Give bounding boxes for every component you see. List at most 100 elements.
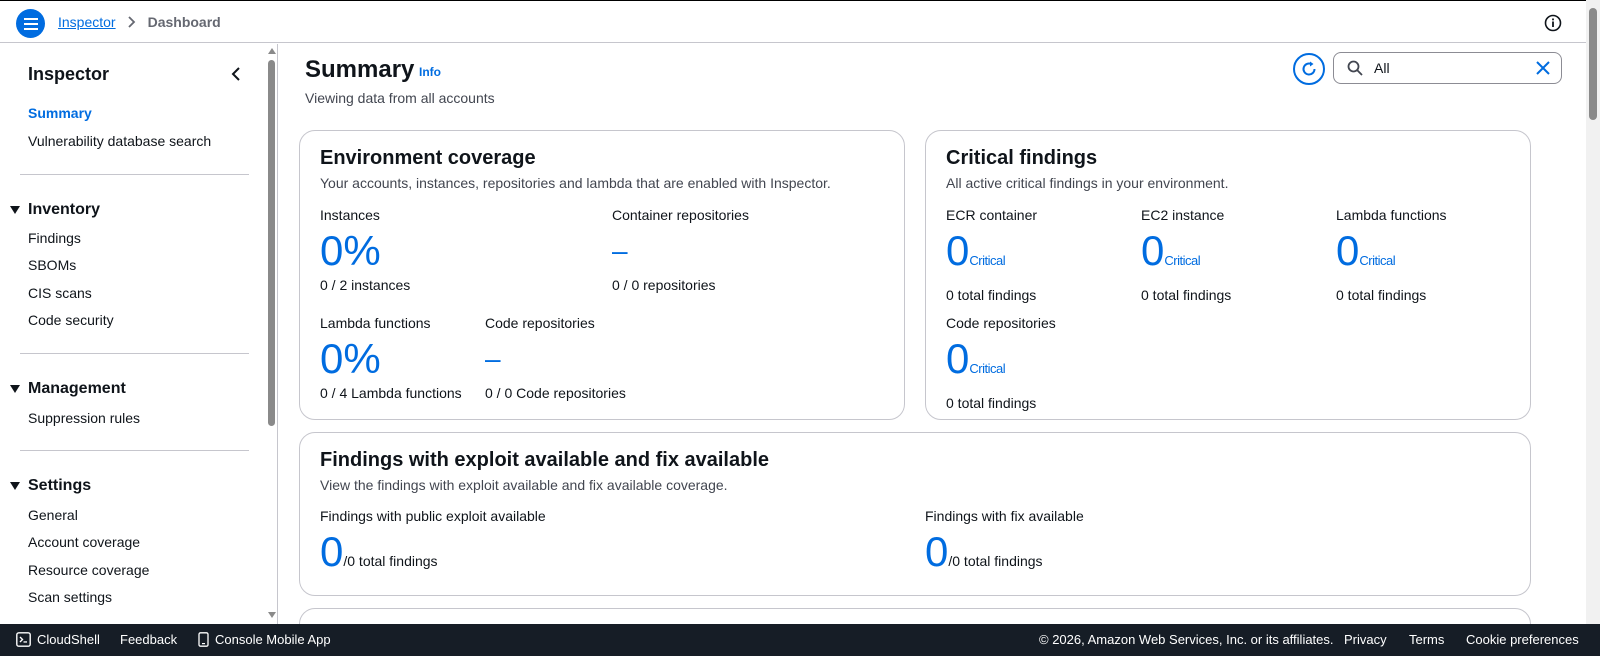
card-description: View the findings with exploit available… bbox=[320, 477, 728, 493]
divider bbox=[20, 174, 249, 175]
sidebar-scrollbar[interactable] bbox=[266, 44, 277, 624]
metric-footer: 0 total findings bbox=[1336, 287, 1427, 303]
sidebar-title: Inspector bbox=[28, 64, 110, 84]
side-navigation: Inspector Summary Vulnerability database… bbox=[0, 44, 278, 624]
caret-down-icon bbox=[10, 206, 20, 214]
refresh-button[interactable] bbox=[1293, 53, 1325, 85]
caret-down-icon bbox=[10, 385, 20, 393]
metric-value-link[interactable]: – bbox=[485, 335, 626, 383]
critical-sublabel: Critical bbox=[1164, 253, 1201, 268]
instances-metric: Instances 0% 0 / 2 instances bbox=[320, 207, 410, 293]
scroll-up-arrow-icon[interactable] bbox=[268, 48, 276, 54]
scroll-thumb[interactable] bbox=[268, 60, 275, 426]
console-mobile-app-link[interactable]: Console Mobile App bbox=[198, 632, 331, 647]
breadcrumb-inspector-link[interactable]: Inspector bbox=[58, 14, 116, 30]
sidebar-item-vulnerability-search[interactable]: Vulnerability database search bbox=[28, 133, 211, 149]
sidebar-item-code-security[interactable]: Code security bbox=[28, 312, 114, 328]
metric-value-link[interactable]: 0% bbox=[320, 335, 462, 383]
metric-value-link[interactable]: 0% bbox=[320, 227, 410, 275]
metric-label: Lambda functions bbox=[1336, 207, 1447, 223]
metric-footer: 0 / 0 repositories bbox=[612, 277, 716, 293]
sidebar-item-suppression-rules[interactable]: Suppression rules bbox=[28, 410, 140, 426]
terms-link[interactable]: Terms bbox=[1409, 632, 1444, 647]
chevron-right-icon bbox=[127, 16, 136, 28]
main-content: Summary Info Viewing data from all accou… bbox=[279, 44, 1586, 624]
info-circle-icon[interactable] bbox=[1544, 14, 1562, 32]
scroll-thumb[interactable] bbox=[1589, 8, 1597, 120]
metric-footer: 0 total findings bbox=[946, 287, 1037, 303]
metric-value-link[interactable]: 0Critical bbox=[946, 227, 1037, 285]
card-title: Findings with exploit available and fix … bbox=[320, 449, 770, 471]
scroll-down-arrow-icon[interactable] bbox=[268, 612, 276, 618]
sidebar-item-resource-coverage[interactable]: Resource coverage bbox=[28, 562, 149, 578]
chevron-left-icon[interactable] bbox=[228, 65, 246, 83]
ecr-container-metric: ECR container 0Critical 0 total findings bbox=[946, 207, 1037, 303]
sidebar-item-sboms[interactable]: SBOMs bbox=[28, 257, 76, 273]
breadcrumb-current: Dashboard bbox=[147, 14, 221, 30]
environment-coverage-card: Environment coverage Your accounts, inst… bbox=[299, 130, 905, 420]
page-scrollbar[interactable] bbox=[1586, 0, 1600, 624]
search-icon bbox=[1347, 60, 1363, 76]
lambda-functions-critical-metric: Lambda functions 0Critical 0 total findi… bbox=[1336, 207, 1447, 303]
ec2-instance-metric: EC2 instance 0Critical 0 total findings bbox=[1141, 207, 1231, 303]
page-subtitle: Viewing data from all accounts bbox=[305, 90, 495, 106]
divider bbox=[20, 353, 249, 354]
metric-value-link[interactable]: 0Critical bbox=[1336, 227, 1447, 285]
metric-footer: 0 / 0 Code repositories bbox=[485, 385, 626, 401]
console-footer: CloudShell Feedback Console Mobile App ©… bbox=[0, 624, 1600, 656]
card-description: All active critical findings in your env… bbox=[946, 175, 1229, 191]
copyright-text: © 2026, Amazon Web Services, Inc. or its… bbox=[1039, 632, 1334, 647]
metric-label: Code repositories bbox=[485, 315, 595, 331]
metric-value-link[interactable]: 0/0 total findings bbox=[925, 528, 1084, 585]
account-filter-search[interactable] bbox=[1333, 52, 1562, 84]
metric-label: Container repositories bbox=[612, 207, 749, 223]
privacy-link[interactable]: Privacy bbox=[1344, 632, 1387, 647]
feedback-link[interactable]: Feedback bbox=[120, 632, 177, 647]
next-card-partial bbox=[299, 608, 1531, 624]
metric-label: Instances bbox=[320, 207, 380, 223]
divider bbox=[20, 450, 249, 451]
metric-footer: 0 total findings bbox=[1141, 287, 1232, 303]
metric-footer: 0 / 4 Lambda functions bbox=[320, 385, 462, 401]
critical-findings-card: Critical findings All active critical fi… bbox=[925, 130, 1531, 420]
code-repositories-metric: Code repositories – 0 / 0 Code repositor… bbox=[485, 315, 626, 401]
sidebar-section-settings[interactable]: Settings bbox=[10, 477, 91, 495]
cloudshell-button[interactable]: CloudShell bbox=[16, 632, 100, 647]
cookie-preferences-link[interactable]: Cookie preferences bbox=[1466, 632, 1579, 647]
code-repositories-critical-metric: Code repositories 0Critical 0 total find… bbox=[946, 315, 1056, 411]
metric-footer: 0 total findings bbox=[946, 395, 1037, 411]
sidebar-section-management[interactable]: Management bbox=[10, 380, 126, 398]
metric-value-link[interactable]: 0Critical bbox=[946, 335, 1056, 393]
metric-label: ECR container bbox=[946, 207, 1038, 223]
metric-label: Lambda functions bbox=[320, 315, 431, 331]
sidebar-item-account-coverage[interactable]: Account coverage bbox=[28, 534, 140, 550]
metric-total: /0 total findings bbox=[948, 553, 1043, 569]
refresh-icon bbox=[1302, 61, 1316, 76]
close-icon[interactable] bbox=[1535, 60, 1551, 76]
container-repositories-metric: Container repositories – 0 / 0 repositor… bbox=[612, 207, 749, 293]
metric-label: Findings with public exploit available bbox=[320, 508, 546, 524]
sidebar-item-findings[interactable]: Findings bbox=[28, 230, 81, 246]
terminal-icon bbox=[16, 632, 31, 647]
breadcrumb: Inspector Dashboard bbox=[58, 14, 221, 30]
sidebar-section-inventory[interactable]: Inventory bbox=[10, 201, 100, 219]
search-input[interactable] bbox=[1374, 60, 1524, 76]
sidebar-item-summary[interactable]: Summary bbox=[28, 105, 92, 121]
lambda-functions-metric: Lambda functions 0% 0 / 4 Lambda functio… bbox=[320, 315, 462, 401]
public-exploit-metric: Findings with public exploit available 0… bbox=[320, 508, 546, 585]
sidebar-item-scan-settings[interactable]: Scan settings bbox=[28, 589, 112, 605]
metric-value-link[interactable]: 0/0 total findings bbox=[320, 528, 546, 585]
metric-value-link[interactable]: 0Critical bbox=[1141, 227, 1231, 285]
metric-label: Code repositories bbox=[946, 315, 1056, 331]
sidebar-item-general[interactable]: General bbox=[28, 507, 78, 523]
metric-value-link[interactable]: – bbox=[612, 227, 749, 275]
card-title: Environment coverage bbox=[320, 147, 536, 169]
menu-icon bbox=[23, 17, 38, 30]
info-link[interactable]: Info bbox=[419, 65, 441, 79]
mobile-icon bbox=[198, 632, 209, 647]
metric-label: Findings with fix available bbox=[925, 508, 1084, 524]
menu-button[interactable] bbox=[16, 9, 45, 38]
sidebar-item-cis-scans[interactable]: CIS scans bbox=[28, 285, 92, 301]
fix-available-metric: Findings with fix available 0/0 total fi… bbox=[925, 508, 1084, 585]
critical-sublabel: Critical bbox=[969, 253, 1006, 268]
